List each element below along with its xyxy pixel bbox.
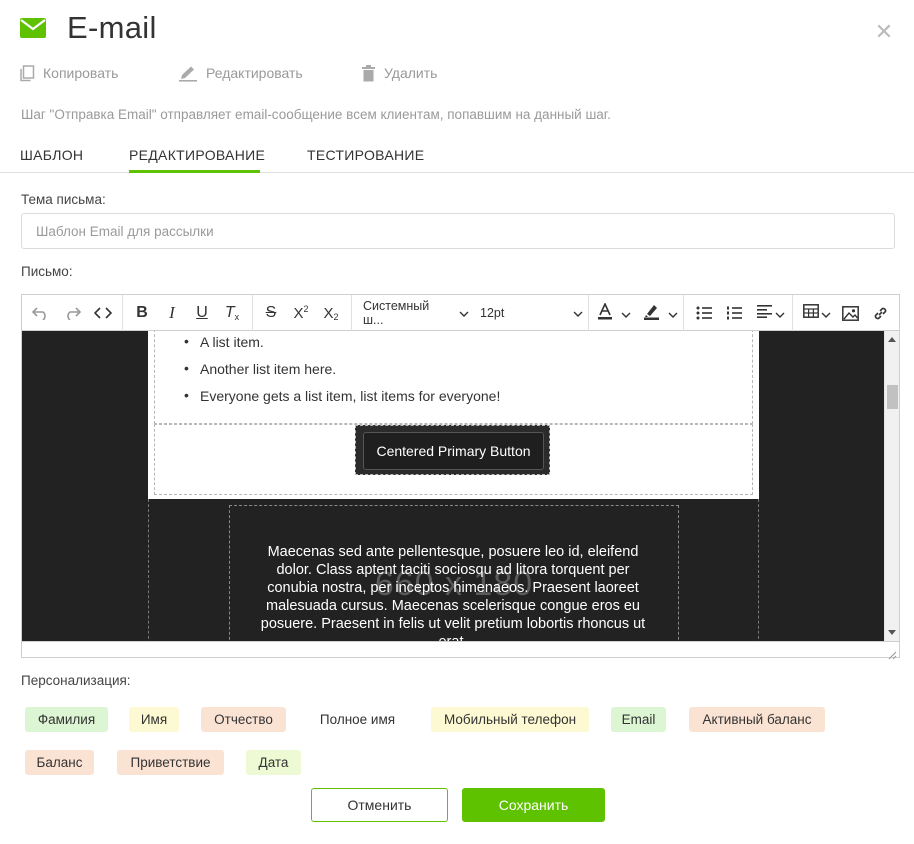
tag-full-name[interactable]: Полное имя	[307, 707, 408, 732]
clear-format-icon[interactable]: Tx	[221, 299, 243, 327]
table-button[interactable]	[801, 299, 833, 327]
editor-statusbar	[22, 641, 899, 660]
undo-icon[interactable]	[30, 299, 52, 327]
italic-icon[interactable]: I	[161, 299, 183, 327]
resize-handle-icon[interactable]	[888, 647, 897, 660]
font-size-select[interactable]: 12pt	[480, 299, 584, 327]
tab-editing[interactable]: РЕДАКТИРОВАНИЕ	[129, 145, 265, 173]
chevron-down-icon	[775, 305, 785, 322]
subject-label: Тема письма:	[21, 192, 106, 207]
tag-first-name[interactable]: Имя	[129, 707, 179, 732]
font-family-select[interactable]: Системный ш...	[363, 299, 469, 327]
list-item: A list item.	[184, 334, 718, 362]
save-button[interactable]: Сохранить	[462, 788, 605, 822]
tag-last-name[interactable]: Фамилия	[25, 707, 108, 732]
list-item: Everyone gets a list item, list items fo…	[184, 388, 718, 416]
tag-balance[interactable]: Баланс	[25, 750, 94, 775]
redo-icon[interactable]	[61, 299, 83, 327]
numbered-list-icon[interactable]	[723, 299, 745, 327]
image-icon[interactable]	[839, 299, 861, 327]
page-title: E-mail	[67, 10, 157, 45]
centered-primary-button[interactable]: Centered Primary Button	[363, 432, 544, 470]
cancel-button[interactable]: Отменить	[311, 788, 448, 822]
chevron-down-icon	[821, 305, 831, 322]
tab-testing[interactable]: ТЕСТИРОВАНИЕ	[307, 145, 424, 173]
tag-mobile-phone[interactable]: Мобильный телефон	[431, 707, 589, 732]
bullet-list-icon[interactable]	[693, 299, 715, 327]
underline-icon[interactable]: U	[191, 299, 213, 327]
body-paragraph: Maecenas sed ante pellentesque, posuere …	[260, 544, 646, 641]
strikethrough-icon[interactable]: S	[260, 299, 282, 327]
text-color-icon	[597, 301, 613, 324]
trash-icon	[361, 64, 376, 82]
tag-email[interactable]: Email	[611, 707, 666, 732]
tag-patronymic[interactable]: Отчество	[201, 707, 286, 732]
rich-text-editor: B I U Tx S X2 X2 Системный ш... 12pt • A…	[21, 294, 900, 660]
highlighter-icon	[643, 303, 660, 324]
table-icon	[803, 304, 819, 322]
editor-canvas[interactable]: A list item. Another list item here. Eve…	[22, 331, 884, 641]
close-icon[interactable]: ✕	[874, 21, 894, 43]
highlight-color-button[interactable]	[640, 299, 680, 327]
pencil-icon	[178, 65, 198, 82]
content-list: A list item. Another list item here. Eve…	[184, 334, 718, 416]
font-family-value: Системный ш...	[363, 299, 430, 327]
scroll-thumb[interactable]	[887, 385, 898, 409]
edit-button[interactable]: Редактировать	[178, 62, 303, 84]
scroll-up-icon[interactable]	[888, 337, 896, 342]
letter-label: Письмо:	[21, 264, 73, 279]
bold-icon[interactable]: B	[131, 299, 153, 327]
subscript-icon[interactable]: X2	[320, 299, 342, 327]
tag-greeting[interactable]: Приветствие	[117, 750, 224, 775]
envelope-icon	[20, 18, 46, 38]
list-item: Another list item here.	[184, 361, 718, 389]
align-button[interactable]	[753, 299, 789, 327]
copy-icon	[19, 64, 35, 82]
tag-active-balance[interactable]: Активный баланс	[689, 707, 825, 732]
primary-button-outline: Centered Primary Button	[355, 425, 550, 475]
subject-input[interactable]	[21, 213, 895, 249]
tab-template[interactable]: ШАБЛОН	[20, 145, 83, 173]
chevron-down-icon	[573, 306, 583, 320]
tag-date[interactable]: Дата	[246, 750, 301, 775]
copy-button[interactable]: Копировать	[19, 62, 118, 84]
chevron-down-icon	[459, 306, 469, 320]
chevron-down-icon	[668, 305, 678, 322]
text-color-button[interactable]	[594, 299, 634, 327]
editor-scrollbar[interactable]	[884, 331, 899, 641]
editor-toolbar: B I U Tx S X2 X2 Системный ш... 12pt	[22, 295, 899, 331]
source-code-icon[interactable]	[92, 299, 114, 327]
chevron-down-icon	[621, 305, 631, 322]
scroll-down-icon[interactable]	[888, 630, 896, 635]
align-left-icon	[757, 304, 772, 322]
action-bar: Копировать Редактировать Удалить	[0, 62, 914, 84]
tab-bar: ШАБЛОН РЕДАКТИРОВАНИЕ ТЕСТИРОВАНИЕ	[0, 145, 914, 173]
step-description: Шаг "Отправка Email" отправляет email-со…	[21, 107, 611, 122]
delete-label: Удалить	[384, 65, 438, 81]
font-size-value: 12pt	[480, 306, 505, 320]
copy-label: Копировать	[43, 65, 119, 81]
delete-button[interactable]: Удалить	[361, 62, 437, 84]
link-icon[interactable]	[869, 299, 891, 327]
personalization-label: Персонализация:	[21, 673, 131, 688]
edit-label: Редактировать	[206, 65, 303, 81]
superscript-icon[interactable]: X2	[290, 299, 312, 327]
